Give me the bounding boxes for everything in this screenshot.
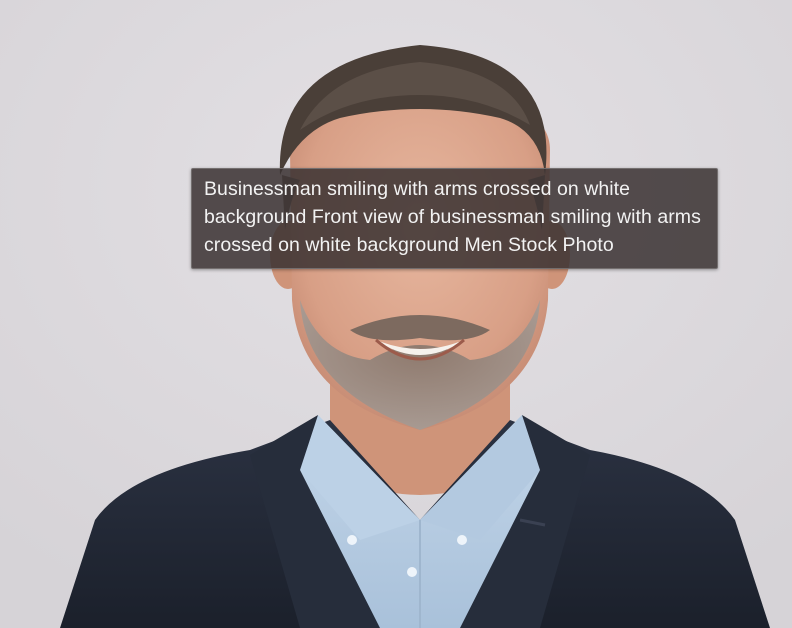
image-alt-tooltip: Businessman smiling with arms crossed on… [191, 168, 718, 269]
businessman-photo [0, 0, 792, 628]
image-viewer: Businessman smiling with arms crossed on… [0, 0, 792, 628]
